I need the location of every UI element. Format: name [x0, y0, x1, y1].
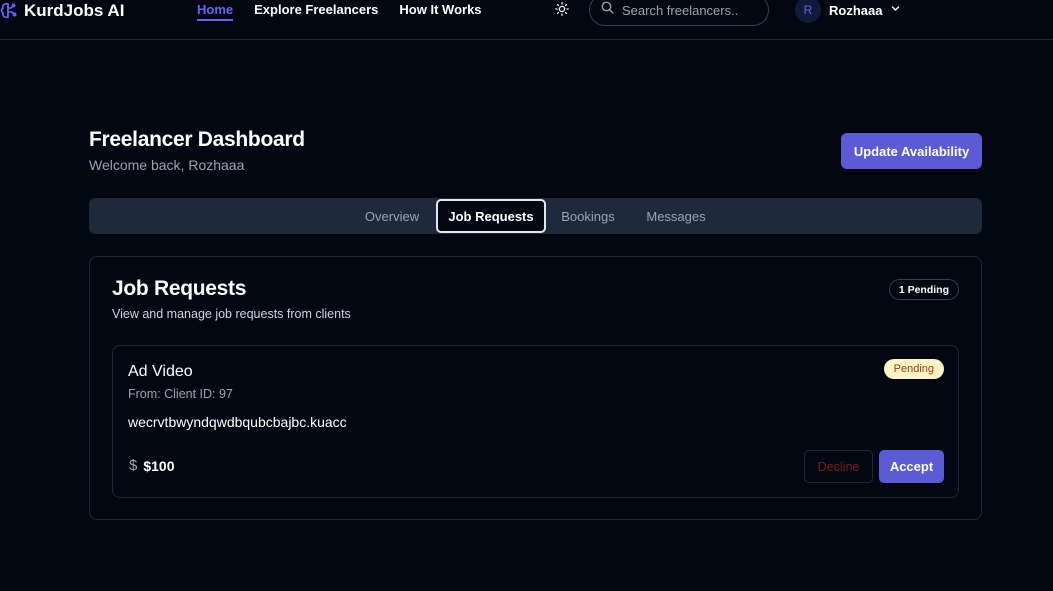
pending-count-badge: 1 Pending	[888, 279, 959, 300]
avatar: R	[795, 0, 821, 23]
app-name: KurdJobs AI	[24, 1, 125, 20]
nav-how-it-works[interactable]: How It Works	[399, 2, 481, 21]
user-name: Rozhaaa	[829, 2, 883, 18]
search-icon	[601, 1, 614, 19]
logo[interactable]: KurdJobs AI	[0, 0, 124, 25]
request-price: $ $100	[129, 457, 175, 474]
status-badge: Pending	[883, 359, 944, 379]
tab-overview[interactable]: Overview	[355, 201, 429, 231]
accept-button[interactable]: Accept	[879, 450, 944, 483]
dashboard-tabs: Overview Job Requests Bookings Messages	[89, 198, 982, 234]
request-title: Ad Video	[128, 363, 193, 380]
main-nav: Home Explore Freelancers How It Works	[197, 2, 482, 21]
request-description: wecrvtbwyndqwdbqubcbajbc.kuacc	[128, 414, 347, 430]
brain-circuit-icon	[0, 1, 18, 21]
nav-home[interactable]: Home	[197, 2, 234, 21]
price-value: $100	[143, 457, 175, 474]
decline-button[interactable]: Decline	[804, 450, 873, 483]
tab-bookings[interactable]: Bookings	[553, 201, 623, 231]
update-availability-button[interactable]: Update Availability	[841, 133, 982, 169]
search-box[interactable]	[589, 0, 769, 26]
card-subtitle: View and manage job requests from client…	[112, 307, 351, 321]
dollar-icon: $	[129, 457, 138, 474]
tab-job-requests[interactable]: Job Requests	[436, 199, 546, 233]
job-requests-card: Job Requests View and manage job request…	[89, 256, 982, 520]
top-navbar: KurdJobs AI Home Explore Freelancers How…	[0, 0, 1053, 40]
page-title: Freelancer Dashboard	[89, 128, 305, 151]
tab-messages[interactable]: Messages	[636, 201, 716, 231]
theme-toggle-button[interactable]	[553, 1, 571, 21]
nav-explore-freelancers[interactable]: Explore Freelancers	[254, 2, 378, 21]
sun-icon	[555, 1, 569, 21]
request-client: From: Client ID: 97	[128, 387, 233, 401]
page-subtitle: Welcome back, Rozhaaa	[89, 157, 245, 173]
user-menu[interactable]: R Rozhaaa	[795, 0, 901, 24]
search-input[interactable]	[622, 2, 762, 18]
chevron-down-icon	[890, 1, 901, 19]
job-request-item: Ad Video From: Client ID: 97 wecrvtbwynd…	[112, 345, 959, 498]
card-title: Job Requests	[112, 277, 247, 300]
